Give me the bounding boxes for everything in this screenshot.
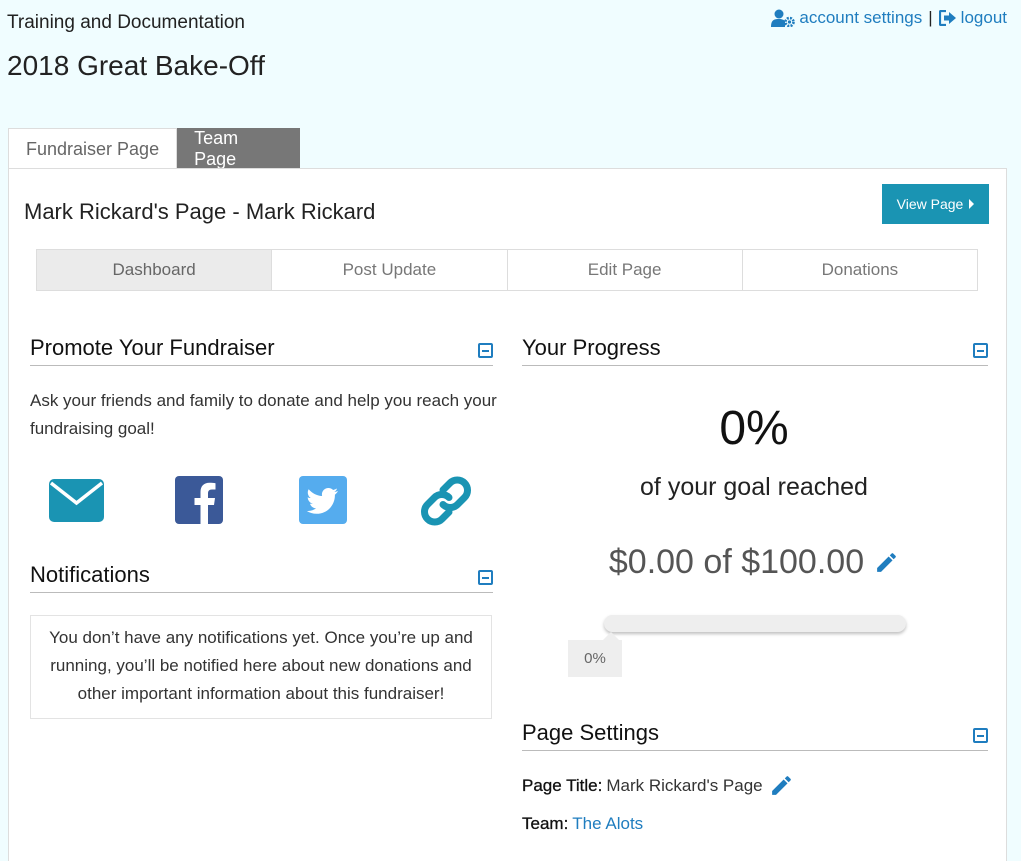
team-label: Team: (522, 814, 569, 833)
caret-right-icon (969, 199, 975, 209)
tab-fundraiser-page[interactable]: Fundraiser Page (8, 128, 178, 170)
email-icon[interactable] (49, 479, 104, 522)
fundraiser-panel: Mark Rickard's Page - Mark Rickard View … (8, 168, 1007, 861)
top-links: account settings | logout (771, 8, 1007, 28)
view-page-button[interactable]: View Page (882, 184, 989, 224)
tab-team-page[interactable]: Team Page (177, 128, 301, 169)
page-title-setting: Page Title: Mark Rickard's Page (522, 773, 794, 798)
subnav-post-update[interactable]: Post Update (272, 250, 508, 290)
goal-reached-text: of your goal reached (640, 473, 868, 501)
promote-text: Ask your friends and family to donate an… (30, 391, 497, 438)
page-title-value: Mark Rickard's Page (606, 775, 763, 795)
account-settings-label: account settings (799, 8, 923, 27)
subnav-donations[interactable]: Donations (742, 250, 977, 290)
team-setting: Team: The Alots (522, 814, 643, 834)
view-page-label: View Page (896, 196, 964, 212)
org-name: Training and Documentation (7, 12, 245, 33)
collapse-settings-icon[interactable] (973, 728, 988, 743)
subnav-edit-page[interactable]: Edit Page (507, 250, 743, 290)
team-link[interactable]: The Alots (572, 814, 643, 834)
collapse-notifications-icon[interactable] (478, 570, 493, 585)
event-title: 2018 Great Bake-Off (7, 50, 265, 81)
notifications-section-header: Notifications (30, 562, 493, 593)
facebook-icon[interactable] (175, 476, 223, 524)
page-heading: Mark Rickard's Page - Mark Rickard (24, 199, 376, 224)
page-settings-title: Page Settings (522, 720, 659, 745)
collapse-promote-icon[interactable] (478, 343, 493, 358)
page-tabs: Fundraiser Page Team Page (8, 128, 301, 170)
notifications-title: Notifications (30, 562, 150, 587)
link-separator: | (928, 8, 933, 27)
logout-label: logout (960, 8, 1007, 27)
promote-title: Promote Your Fundraiser (30, 335, 275, 360)
user-gear-icon (771, 9, 796, 27)
account-settings-link[interactable]: account settings (771, 8, 922, 28)
progress-bar-label: 0% (568, 632, 622, 677)
page-settings-section-header: Page Settings (522, 720, 988, 751)
collapse-progress-icon[interactable] (973, 343, 988, 358)
sign-out-icon (938, 10, 956, 26)
dashboard-subnav: Dashboard Post Update Edit Page Donation… (36, 249, 978, 291)
amount-raised-text: $0.00 of $100.00 (608, 543, 865, 581)
progress-section-header: Your Progress (522, 335, 988, 366)
link-icon[interactable] (417, 472, 475, 530)
progress-bar (604, 615, 906, 632)
progress-title: Your Progress (522, 335, 661, 360)
logout-link[interactable]: logout (938, 8, 1007, 28)
pencil-icon[interactable] (874, 550, 899, 575)
page-title-label: Page Title: (522, 775, 603, 795)
goal-percent: 0% (719, 402, 789, 455)
promote-section-header: Promote Your Fundraiser (30, 335, 493, 366)
pencil-icon[interactable] (769, 773, 794, 798)
subnav-dashboard[interactable]: Dashboard (37, 250, 273, 290)
amount-raised: $0.00 of $100.00 (522, 543, 986, 582)
notifications-message: You don’t have any notifications yet. On… (30, 615, 492, 719)
twitter-icon[interactable] (299, 476, 347, 524)
